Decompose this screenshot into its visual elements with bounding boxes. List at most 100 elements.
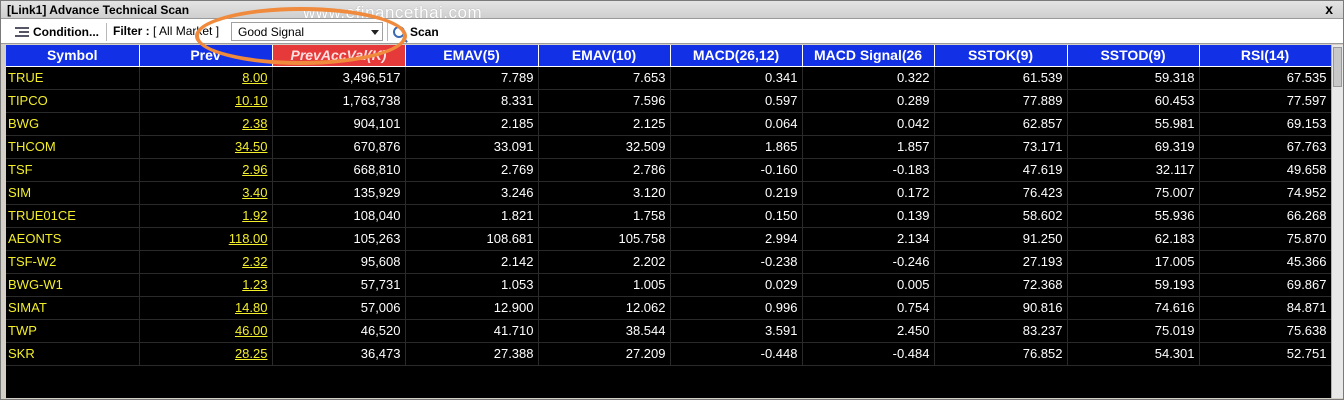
table-row[interactable]: TRUE 8.00 3,496,517 7.789 7.653 0.341 0.322 61.…: [6, 66, 1331, 90]
cell-value: 55.981: [1067, 112, 1200, 136]
close-icon[interactable]: x: [1325, 1, 1333, 17]
table-row[interactable]: SIMAT 14.80 57,006 12.900 12.062 0.996 0.754 90…: [6, 296, 1331, 320]
cell-prev-link[interactable]: 14.80: [139, 296, 273, 320]
cell-symbol[interactable]: TSF-W2: [6, 250, 140, 274]
table-row[interactable]: TWP 46.00 46,520 41.710 38.544 3.591 2.450 83.2…: [6, 319, 1331, 343]
cell-prev-link[interactable]: 46.00: [139, 319, 273, 343]
cell-value: 72.368: [934, 273, 1068, 297]
cell-symbol[interactable]: SKR: [6, 342, 140, 366]
cell-symbol[interactable]: SIMAT: [6, 296, 140, 320]
column-header-emav5[interactable]: EMAV(5): [405, 45, 539, 67]
cell-value: -0.246: [802, 250, 935, 274]
table-row[interactable]: SKR 28.25 36,473 27.388 27.209 -0.448 -0.484 76…: [6, 342, 1331, 366]
cell-prev-link[interactable]: 8.00: [139, 66, 273, 90]
column-header-macd-signal[interactable]: MACD Signal(26: [802, 45, 935, 67]
cell-symbol[interactable]: BWG: [6, 112, 140, 136]
signal-select[interactable]: Good Signal: [231, 22, 383, 41]
cell-value: 135,929: [272, 181, 406, 205]
cell-value: 1.758: [538, 204, 671, 228]
table-row[interactable]: SIM 3.40 135,929 3.246 3.120 0.219 0.172 76.423…: [6, 181, 1331, 205]
cell-prev-link[interactable]: 2.96: [139, 158, 273, 182]
cell-value: 41.710: [405, 319, 539, 343]
table-row[interactable]: BWG-W1 1.23 57,731 1.053 1.005 0.029 0.005 72.3…: [6, 273, 1331, 297]
chevron-down-icon[interactable]: [371, 30, 379, 35]
cell-value: -0.160: [670, 158, 803, 182]
cell-symbol[interactable]: BWG-W1: [6, 273, 140, 297]
cell-symbol[interactable]: TWP: [6, 319, 140, 343]
cell-symbol[interactable]: TRUE01CE: [6, 204, 140, 228]
column-header-emav10[interactable]: EMAV(10): [538, 45, 671, 67]
cell-value: 32.509: [538, 135, 671, 159]
cell-value: 0.172: [802, 181, 935, 205]
scan-button-label: Scan: [410, 25, 439, 39]
cell-value: 0.597: [670, 89, 803, 113]
column-header-rsi[interactable]: RSI(14): [1199, 45, 1331, 67]
header-row: Symbol Prev PrevAccVal(K) EMAV(5) EMAV(1…: [6, 45, 1331, 67]
cell-symbol[interactable]: AEONTS: [6, 227, 140, 251]
cell-prev-link[interactable]: 28.25: [139, 342, 273, 366]
cell-value: 77.597: [1199, 89, 1331, 113]
cell-value: 75.019: [1067, 319, 1200, 343]
cell-value: 62.857: [934, 112, 1068, 136]
cell-value: 75.638: [1199, 319, 1331, 343]
cell-value: 1.821: [405, 204, 539, 228]
scrollbar-thumb[interactable]: [1333, 47, 1342, 87]
cell-value: 27.209: [538, 342, 671, 366]
column-header-macd[interactable]: MACD(26,12): [670, 45, 803, 67]
table-row[interactable]: BWG 2.38 904,101 2.185 2.125 0.064 0.042 62.857…: [6, 112, 1331, 136]
cell-value: 59.318: [1067, 66, 1200, 90]
cell-value: 1.053: [405, 273, 539, 297]
cell-value: 0.139: [802, 204, 935, 228]
cell-value: 45.366: [1199, 250, 1331, 274]
cell-prev-link[interactable]: 2.38: [139, 112, 273, 136]
column-header-prevaccval[interactable]: PrevAccVal(K): [272, 45, 406, 67]
table-row[interactable]: TSF-W2 2.32 95,608 2.142 2.202 -0.238 -0.246 27…: [6, 250, 1331, 274]
cell-prev-link[interactable]: 2.32: [139, 250, 273, 274]
column-header-sstok[interactable]: SSTOK(9): [934, 45, 1068, 67]
cell-value: 91.250: [934, 227, 1068, 251]
cell-symbol[interactable]: TRUE: [6, 66, 140, 90]
table-row[interactable]: THCOM 34.50 670,876 33.091 32.509 1.865 1.857 7…: [6, 135, 1331, 159]
cell-value: 0.341: [670, 66, 803, 90]
cell-value: 1.857: [802, 135, 935, 159]
cell-symbol[interactable]: SIM: [6, 181, 140, 205]
cell-value: 69.867: [1199, 273, 1331, 297]
cell-value: 27.193: [934, 250, 1068, 274]
cell-prev-link[interactable]: 34.50: [139, 135, 273, 159]
cell-value: 2.994: [670, 227, 803, 251]
cell-value: 0.042: [802, 112, 935, 136]
cell-value: 36,473: [272, 342, 406, 366]
column-header-sstod[interactable]: SSTOD(9): [1067, 45, 1200, 67]
cell-value: 0.029: [670, 273, 803, 297]
cell-value: 67.763: [1199, 135, 1331, 159]
cell-value: 2.125: [538, 112, 671, 136]
cell-value: 57,731: [272, 273, 406, 297]
cell-prev-link[interactable]: 1.92: [139, 204, 273, 228]
column-header-symbol[interactable]: Symbol: [6, 45, 140, 67]
cell-prev-link[interactable]: 3.40: [139, 181, 273, 205]
magnifier-icon: [393, 26, 405, 38]
table-row[interactable]: TIPCO 10.10 1,763,738 8.331 7.596 0.597 0.289 7…: [6, 89, 1331, 113]
cell-prev-link[interactable]: 10.10: [139, 89, 273, 113]
table-row[interactable]: TRUE01CE 1.92 108,040 1.821 1.758 0.150 0.139 5…: [6, 204, 1331, 228]
cell-symbol[interactable]: TIPCO: [6, 89, 140, 113]
cell-value: 0.064: [670, 112, 803, 136]
cell-prev-link[interactable]: 1.23: [139, 273, 273, 297]
cell-value: 2.142: [405, 250, 539, 274]
filter-market-value[interactable]: [ All Market ]: [153, 24, 219, 38]
table-row[interactable]: TSF 2.96 668,810 2.769 2.786 -0.160 -0.183 47.6…: [6, 158, 1331, 182]
table-row[interactable]: AEONTS 118.00 105,263 108.681 105.758 2.994 2.…: [6, 227, 1331, 251]
cell-symbol[interactable]: TSF: [6, 158, 140, 182]
cell-value: 2.769: [405, 158, 539, 182]
condition-button[interactable]: Condition...: [15, 23, 99, 41]
cell-value: 61.539: [934, 66, 1068, 90]
vertical-scrollbar[interactable]: [1331, 45, 1343, 398]
scan-button[interactable]: Scan: [393, 23, 439, 41]
cell-value: 76.852: [934, 342, 1068, 366]
cell-symbol[interactable]: THCOM: [6, 135, 140, 159]
cell-value: 27.388: [405, 342, 539, 366]
column-header-prev[interactable]: Prev: [139, 45, 273, 67]
title-bar: [Link1] Advance Technical Scan x: [1, 1, 1343, 19]
cell-prev-link[interactable]: 118.00: [139, 227, 273, 251]
cell-value: -0.238: [670, 250, 803, 274]
